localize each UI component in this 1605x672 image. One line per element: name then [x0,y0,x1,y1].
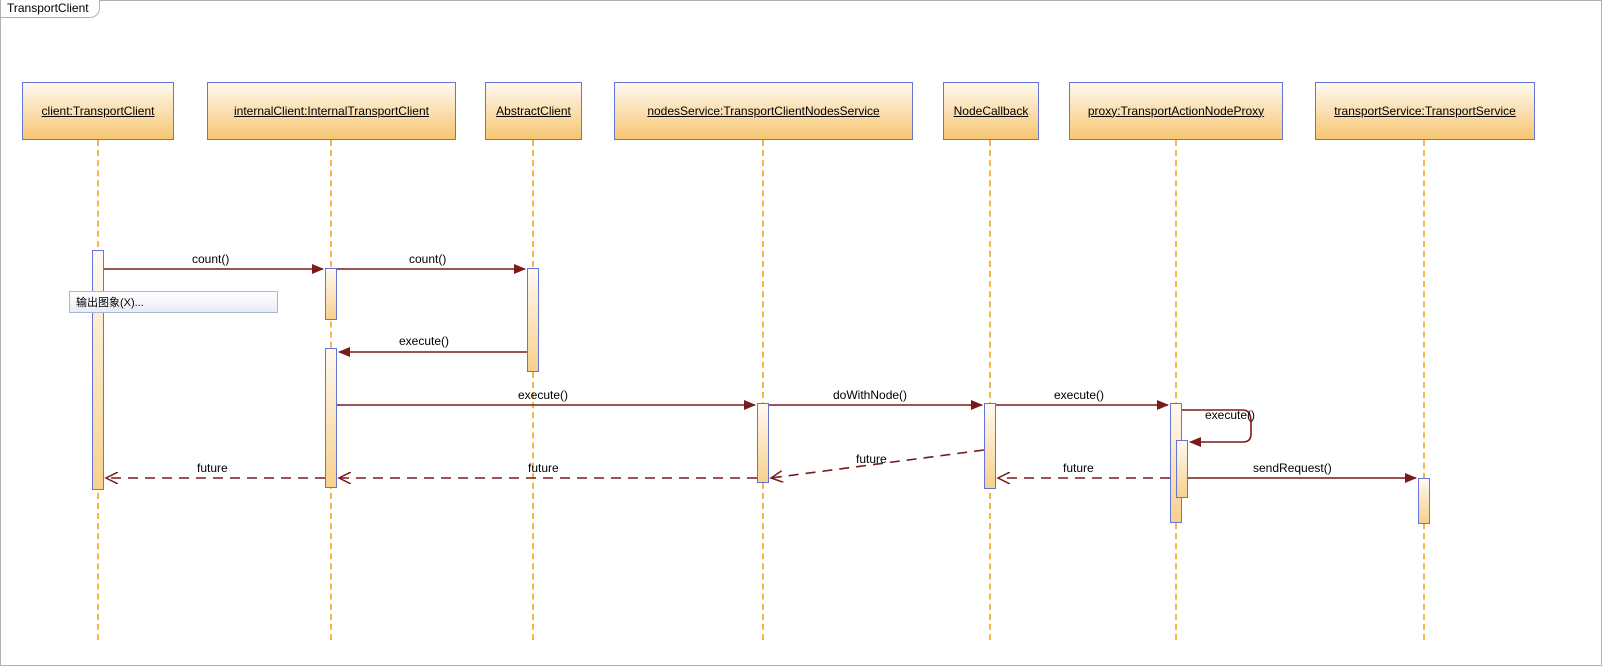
participant-nodesService[interactable]: nodesService:TransportClientNodesService [614,82,913,140]
participant-label: client:TransportClient [36,100,161,123]
return-future-1: future [197,461,228,475]
message-count2: count() [409,252,446,266]
sequence-diagram-canvas: TransportClient client:TransportClient i… [0,0,1605,672]
lifeline-nodeCallback [989,140,991,640]
context-menu-item-export-image[interactable]: 输出图象(X)... [69,291,278,313]
lifeline-proxy [1175,140,1177,640]
return-future-2: future [528,461,559,475]
activation-client [92,250,104,490]
activation-internalClient-1 [325,268,337,320]
context-menu-label: 输出图象(X)... [76,297,144,309]
participant-internalClient[interactable]: internalClient:InternalTransportClient [207,82,456,140]
participant-label: internalClient:InternalTransportClient [228,100,435,123]
frame-title: TransportClient [1,0,100,18]
activation-nodesService [757,403,769,483]
participant-label: proxy:TransportActionNodeProxy [1082,100,1270,123]
participant-abstractClient[interactable]: AbstractClient [485,82,582,140]
activation-nodeCallback [984,403,996,489]
lifeline-nodesService [762,140,764,640]
participant-client[interactable]: client:TransportClient [22,82,174,140]
activation-abstractClient [527,268,539,372]
activation-proxy-inner [1176,440,1188,498]
message-count1: count() [192,252,229,266]
return-future-3: future [856,452,887,466]
lifeline-transportService [1423,140,1425,640]
activation-internalClient-2 [325,348,337,488]
participant-label: AbstractClient [490,100,577,123]
message-doWithNode: doWithNode() [833,388,907,402]
return-future-4: future [1063,461,1094,475]
message-execute-up: execute() [399,334,449,348]
participant-proxy[interactable]: proxy:TransportActionNodeProxy [1069,82,1283,140]
participant-label: nodesService:TransportClientNodesService [641,100,885,123]
message-execute-main: execute() [518,388,568,402]
participant-nodeCallback[interactable]: NodeCallback [943,82,1039,140]
message-execute-self: execute() [1205,408,1255,422]
activation-transportService [1418,478,1430,524]
participant-label: NodeCallback [948,100,1035,123]
message-sendRequest: sendRequest() [1253,461,1332,475]
message-execute-node: execute() [1054,388,1104,402]
participant-label: transportService:TransportService [1328,100,1522,123]
participant-transportService[interactable]: transportService:TransportService [1315,82,1535,140]
